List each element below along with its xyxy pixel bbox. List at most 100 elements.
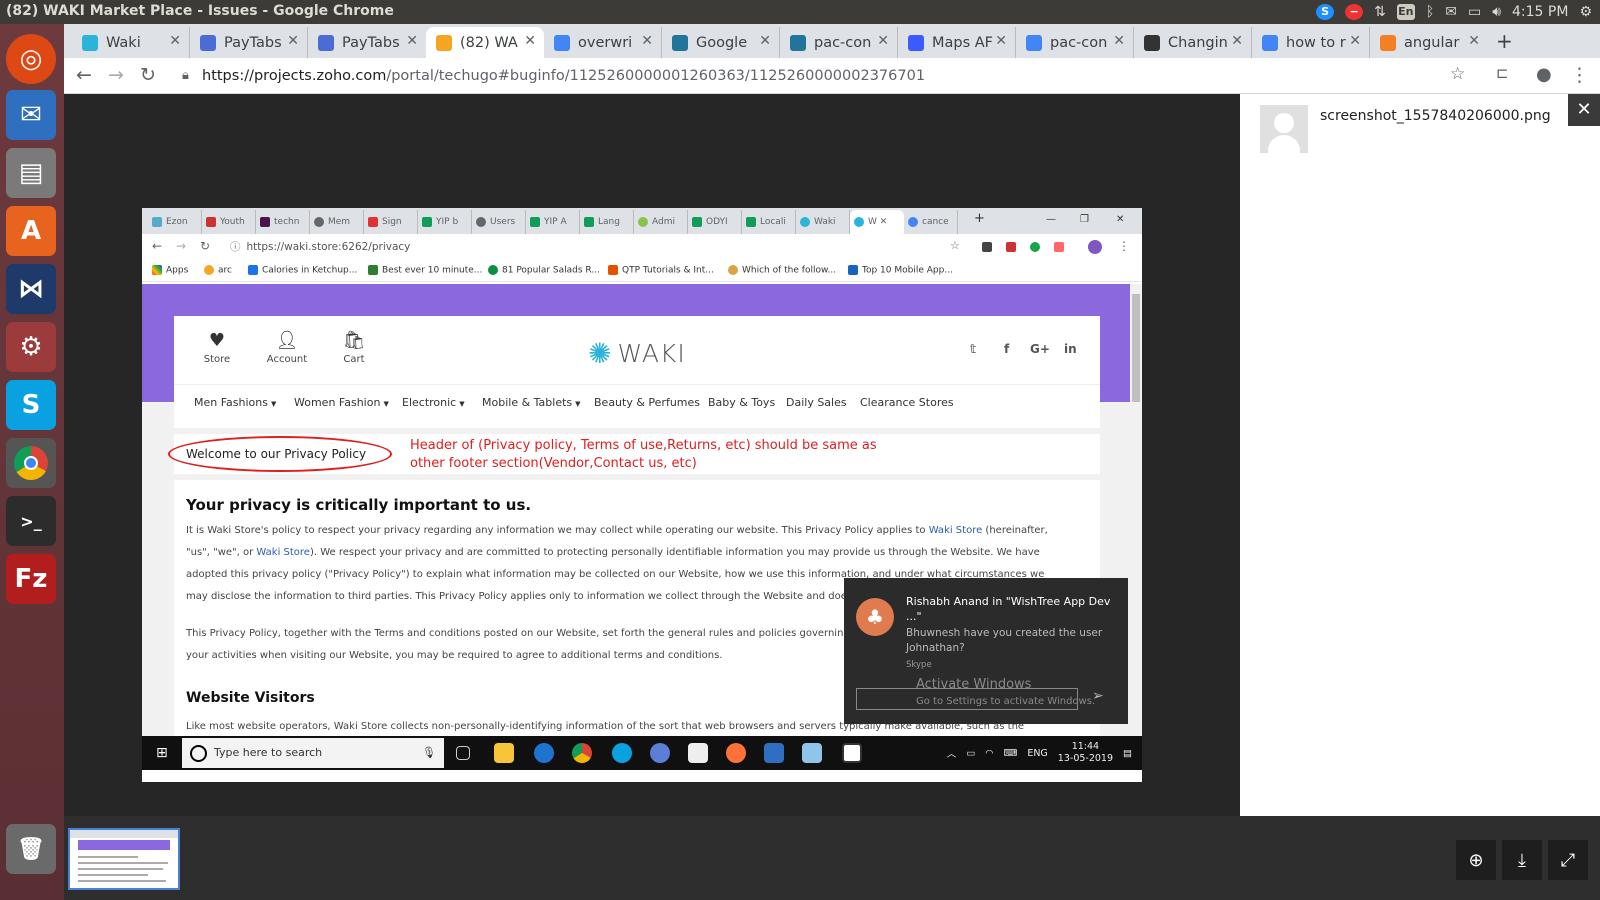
software-center-icon[interactable]: A [6,206,56,256]
new-tab-plus-icon[interactable]: + [1496,29,1513,53]
fullscreen-button[interactable]: ⤢ [1548,840,1588,880]
extension-icon[interactable]: ⊏ [1496,64,1509,82]
terminal-icon[interactable]: >_ [6,496,56,546]
tab[interactable]: PayTabs ✕ [308,27,426,58]
close-icon[interactable]: ✕ [524,33,536,49]
tab[interactable]: Google ✕ [662,27,780,58]
menu-baby-toys: Baby & Toys [708,396,776,409]
reload-icon[interactable]: ↻ [140,64,156,86]
files-icon[interactable]: ▤ [6,148,56,198]
close-icon[interactable]: ✕ [169,33,181,49]
settings-gear-icon[interactable]: ⚙ [1579,4,1592,20]
keyboard-language-indicator[interactable]: En [1396,4,1415,20]
embedded-tab: Locali [742,210,796,234]
close-icon[interactable]: ✕ [641,33,653,49]
site-header-card: ♥ Store 👤︎ Account 🛍︎ Cart ✺ WAKI 𝕥 f G+ in … [174,316,1100,428]
close-icon[interactable]: ✕ [759,33,771,49]
menu-kebab-icon[interactable]: ⋮ [1570,64,1589,86]
back-arrow-icon[interactable]: ← [76,64,92,86]
unity-launcher: ◎ ✉ ▤ A ⋈ ⚙ S >_ Fz 🗑︎ [0,24,64,900]
skype-tray-icon[interactable]: S [1316,4,1335,20]
menu-electronic: Electronic ▼ [402,396,465,409]
battery-icon[interactable]: ▭ [1468,4,1481,20]
tab[interactable]: overwri ✕ [544,27,662,58]
edge-icon [534,743,554,763]
embedded-star-icon: ☆ [950,239,960,252]
store-link: ♥ Store [192,330,242,365]
close-icon[interactable]: ✕ [287,33,299,49]
vscode-icon[interactable]: ⋈ [6,264,56,314]
chrome-taskbar-icon [572,743,592,763]
tab[interactable]: Changin ✕ [1134,27,1252,58]
wifi-icon: ◠ [985,747,994,759]
system-settings-icon[interactable]: ⚙ [6,322,56,372]
tab-favicon-icon [436,34,452,51]
close-viewer-button[interactable]: ✕ [1568,94,1600,126]
thunderbird-icon[interactable]: ✉ [6,90,56,140]
clock[interactable]: 4:15 PM [1512,4,1568,20]
user-icon: 👤︎ [275,330,299,351]
system-tray: S − ⇅ En ᛒ ✉ ▭ 🔊︎ 4:15 PM ⚙ [1316,0,1600,24]
zoom-in-button[interactable]: ⊕ [1456,840,1496,880]
close-icon[interactable]: ✕ [1349,33,1361,49]
do-not-disturb-icon[interactable]: − [1345,4,1364,20]
notification-message: Bhuwnesh have you created the user Johna… [906,627,1103,654]
microphone-icon: 🎙︎ [422,746,436,759]
network-icon[interactable]: ⇅ [1374,4,1386,20]
attachment-thumbnail[interactable] [68,828,180,890]
embedded-tab-active: W ✕ [850,210,904,234]
address-bar[interactable]: 🔒︎ https://projects.zoho.com/portal/tech… [172,61,1438,91]
close-icon[interactable]: ✕ [995,33,1007,49]
tab-favicon-icon [1144,34,1160,51]
embedded-bookmarks-bar: Apps arc Calories in Ketchup... Best eve… [142,260,1142,282]
tab[interactable]: PayTabs ✕ [190,27,308,58]
tab-active[interactable]: (82) WA ✕ [426,27,544,58]
embedded-restore-icon: ❐ [1080,214,1089,225]
embedded-tab: YIP b [418,210,472,234]
skype-icon[interactable]: S [6,380,56,430]
bluetooth-icon[interactable]: ᛒ [1426,4,1434,20]
ubuntu-dash-icon[interactable]: ◎ [6,34,56,84]
tab[interactable]: Waki ✕ [72,27,190,58]
menu-beauty-perfumes: Beauty & Perfumes [594,396,701,409]
tab[interactable]: angular ✕ [1370,27,1488,58]
embedded-tab: Youth [202,210,256,234]
download-button[interactable]: ⤓ [1502,840,1542,880]
tab[interactable]: how to r ✕ [1252,27,1370,58]
window-title: (82) WAKI Market Place - Issues - Google… [6,3,394,19]
trash-icon[interactable]: 🗑︎ [6,824,56,874]
menu-women-fashion: Women Fashion ▼ [294,396,389,409]
embedded-tab: Sign [364,210,418,234]
close-icon[interactable]: ✕ [1231,33,1243,49]
taskbar-search: Type here to search 🎙︎ [182,738,444,768]
tab-favicon-icon [672,34,688,51]
twitter-icon: 𝕥 [970,342,977,356]
notification-source: Skype [906,660,932,670]
menu-clearance-stores: Clearance Stores [860,396,954,409]
account-profile-icon[interactable]: ● [1536,64,1552,85]
bookmark: 81 Popular Salads R... [488,265,600,276]
tab-favicon-icon [554,34,570,51]
close-icon[interactable]: ✕ [406,33,418,49]
bookmark-star-icon[interactable]: ☆ [1450,64,1465,84]
forward-arrow-icon[interactable]: → [108,64,124,86]
mail-icon[interactable]: ✉ [1445,4,1457,20]
bag-icon: 🛍︎ [342,330,366,351]
keyboard-icon: ⌨ [1003,747,1018,759]
tab[interactable]: Maps AF ✕ [898,27,1016,58]
tab[interactable]: pac-con ✕ [780,27,898,58]
embedded-menu-icon: ⋮ [1118,239,1130,253]
volume-icon[interactable]: 🔊︎ [1492,4,1501,20]
lock-icon[interactable]: 🔒︎ [182,61,189,91]
close-icon[interactable]: ✕ [877,33,889,49]
chrome-icon[interactable] [6,438,56,488]
embedded-tab-strip: Ezon Youth techn Mem Sign YIP b Users YI… [142,208,1142,234]
embedded-extension-icon [1054,242,1064,252]
close-icon[interactable]: ✕ [1468,33,1480,49]
tab[interactable]: pac-con ✕ [1016,27,1134,58]
embedded-back-icon: ← [152,239,163,253]
browser-taskbar-icon [650,743,670,763]
close-icon[interactable]: ✕ [1113,33,1125,49]
filezilla-icon[interactable]: Fz [6,554,56,604]
menu-men-fashions: Men Fashions ▼ [194,396,277,409]
